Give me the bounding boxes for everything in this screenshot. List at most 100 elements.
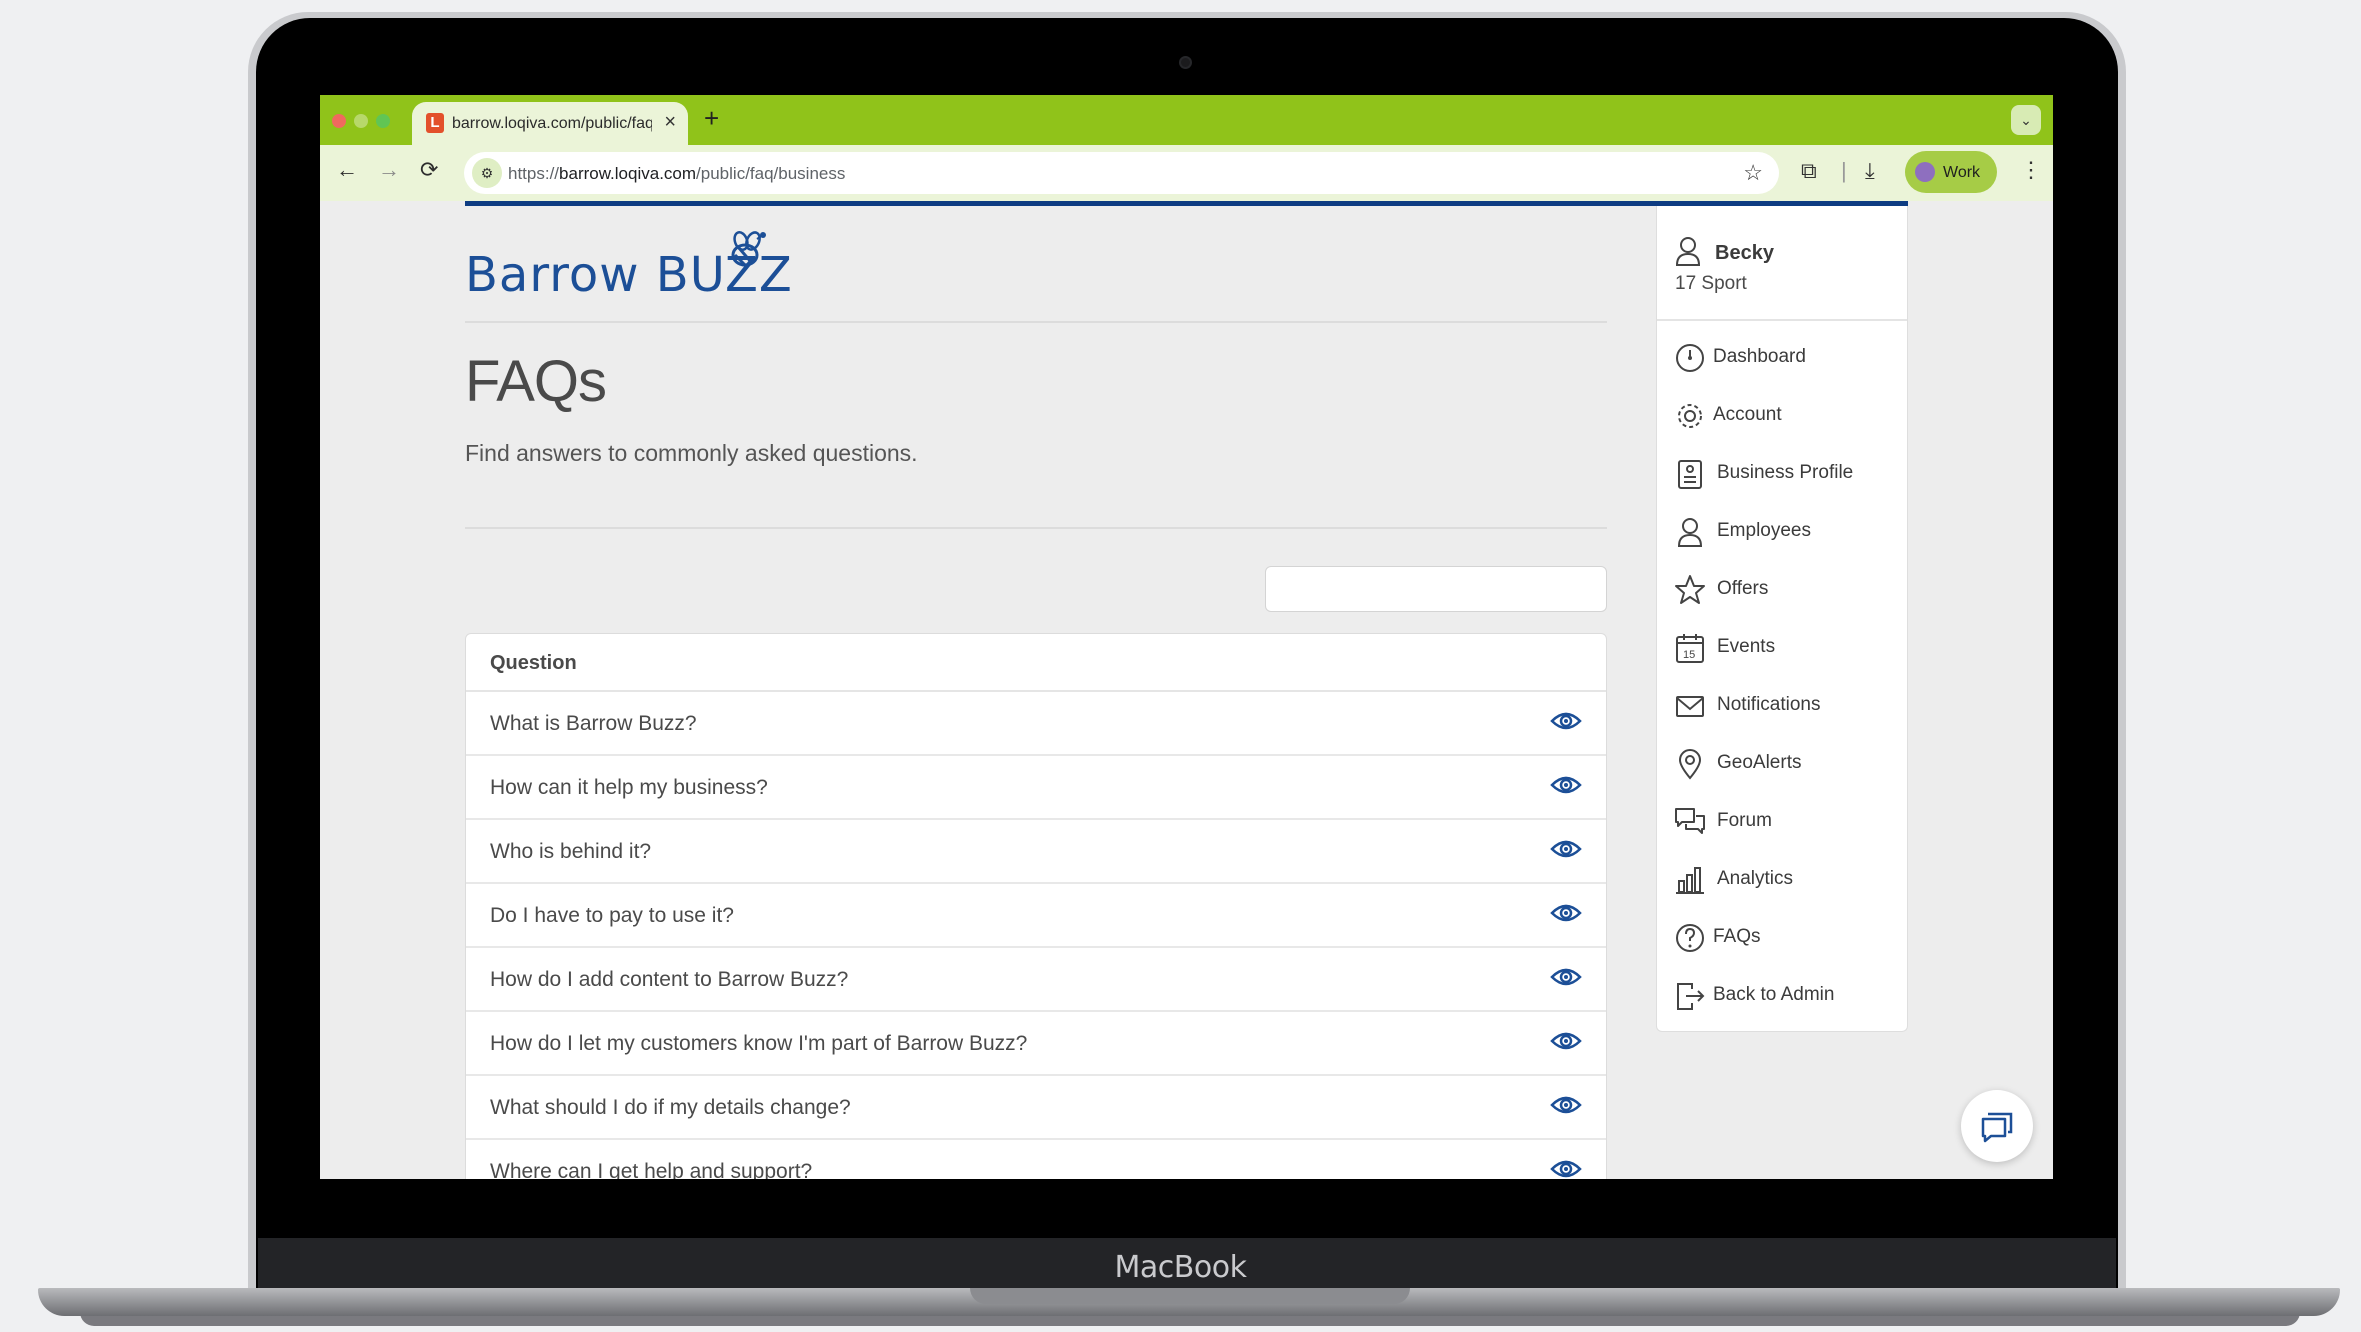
table-row[interactable]: What should I do if my details change? [466,1076,1606,1140]
sidebar: Becky 17 Sport Dashboard Account Busines… [1656,206,1908,1032]
user-card: Becky 17 Sport [1657,206,1907,321]
question-icon [1676,924,1704,952]
question-text: How can it help my business? [490,776,768,799]
sidebar-item-offers[interactable]: Offers [1657,560,1907,618]
profile-button[interactable]: Work [1905,151,1997,193]
profile-label: Work [1943,164,1981,181]
question-text: What is Barrow Buzz? [490,712,697,735]
device-label: MacBook [1114,1250,1247,1285]
eye-icon[interactable] [1550,837,1582,861]
sidebar-item-label: Offers [1717,578,1769,599]
bee-icon [731,231,766,267]
sidebar-item-employees[interactable]: Employees [1657,502,1907,560]
bookmark-star-icon[interactable]: ☆ [1743,160,1763,186]
tab-title: barrow.loqiva.com/public/faq/business [452,115,652,132]
user-organisation: 17 Sport [1675,273,1747,294]
avatar [1915,162,1935,182]
eye-icon[interactable] [1550,773,1582,797]
new-tab-button[interactable]: + [704,103,719,134]
bar-chart-icon [1676,867,1704,894]
eye-icon[interactable] [1550,1029,1582,1053]
sidebar-item-analytics[interactable]: Analytics [1657,850,1907,908]
back-button[interactable]: ← [336,157,358,183]
person-icon [1677,518,1703,547]
sidebar-item-label: Employees [1717,520,1811,541]
sidebar-item-label: Analytics [1717,868,1794,889]
sidebar-item-account[interactable]: Account [1657,386,1907,444]
extensions-icon[interactable]: ⧉ [1801,158,1817,184]
camera-icon [1179,56,1192,69]
sidebar-item-business-profile[interactable]: Business Profile [1657,444,1907,502]
browser-toolbar: ← → ⟳ ⚙ https://barrow.loqiva.com/public… [320,145,2053,201]
forward-button[interactable]: → [378,157,400,183]
sidebar-item-dashboard[interactable]: Dashboard [1657,328,1907,386]
site-info-icon[interactable]: ⚙ [472,158,502,188]
person-icon [1675,237,1701,266]
question-text: Where can I get help and support? [490,1160,813,1179]
url-text: https://barrow.loqiva.com/public/faq/bus… [508,164,846,183]
chat-button[interactable] [1961,1090,2033,1162]
eye-icon[interactable] [1550,1093,1582,1117]
table-row[interactable]: Where can I get help and support? [466,1140,1606,1179]
sidebar-item-notifications[interactable]: Notifications [1657,676,1907,734]
faq-table: Question What is Barrow Buzz? How can it… [465,633,1607,1179]
browser-menu-icon[interactable]: ⋮ [2020,157,2042,183]
table-header-question: Question [466,634,1606,692]
calendar-icon: 15 [1676,634,1704,663]
tab-close-icon[interactable]: × [664,111,676,134]
table-row[interactable]: Who is behind it? [466,820,1606,884]
sidebar-item-forum[interactable]: Forum [1657,792,1907,850]
question-text: Do I have to pay to use it? [490,904,734,927]
sidebar-item-events[interactable]: 15 Events [1657,618,1907,676]
map-pin-icon [1678,749,1702,780]
browser-tab-bar: L barrow.loqiva.com/public/faq/business … [320,95,2053,145]
table-row[interactable]: How can it help my business? [466,756,1606,820]
eye-icon[interactable] [1550,1157,1582,1179]
search-input[interactable] [1265,566,1607,612]
address-bar[interactable]: ⚙ https://barrow.loqiva.com/public/faq/b… [464,152,1779,194]
sidebar-item-faqs[interactable]: FAQs [1657,908,1907,966]
stage: L barrow.loqiva.com/public/faq/business … [0,0,2361,1332]
sidebar-item-label: GeoAlerts [1717,752,1802,773]
close-window-button[interactable] [332,114,346,128]
reload-button[interactable]: ⟳ [420,157,438,183]
sidebar-item-geoalerts[interactable]: GeoAlerts [1657,734,1907,792]
calendar-day-label: 15 [1683,649,1695,661]
divider [465,321,1607,323]
sidebar-item-label: Forum [1717,810,1772,831]
star-icon [1675,575,1705,604]
envelope-icon [1676,696,1704,717]
exit-icon [1677,983,1705,1010]
download-icon[interactable]: ⤓ [1865,158,1875,184]
sidebar-item-label: FAQs [1713,926,1761,947]
page-title: FAQs [465,349,607,414]
laptop-notch [970,1288,1410,1304]
table-row[interactable]: Do I have to pay to use it? [466,884,1606,948]
question-text: How do I let my customers know I'm part … [490,1032,1028,1055]
screen: L barrow.loqiva.com/public/faq/business … [320,95,2053,1179]
document-icon [1678,460,1702,489]
browser-tab[interactable]: L barrow.loqiva.com/public/faq/business … [412,102,688,145]
eye-icon[interactable] [1550,901,1582,925]
sidebar-item-label: Business Profile [1717,462,1854,483]
table-row[interactable]: What is Barrow Buzz? [466,692,1606,756]
minimize-window-button[interactable] [354,114,368,128]
divider: | [1841,158,1847,183]
chat-bubbles-icon [1675,808,1705,834]
sidebar-item-back-to-admin[interactable]: Back to Admin [1657,966,1907,1024]
web-page: Barrow BUZZ FAQs Find answers to commonl… [320,201,2053,1179]
table-row[interactable]: How do I let my customers know I'm part … [466,1012,1606,1076]
eye-icon[interactable] [1550,965,1582,989]
gear-icon [1678,404,1702,428]
maximize-window-button[interactable] [376,114,390,128]
sidebar-item-label: Back to Admin [1713,984,1835,1005]
tab-search-button[interactable]: ⌄ [2011,105,2041,135]
favicon-icon: L [426,113,444,133]
eye-icon[interactable] [1550,709,1582,733]
sidebar-item-label: Dashboard [1713,346,1806,367]
chat-icon [1981,1112,2013,1143]
table-row[interactable]: How do I add content to Barrow Buzz? [466,948,1606,1012]
question-text: What should I do if my details change? [490,1096,851,1119]
user-name: Becky [1715,242,1774,264]
question-text: Who is behind it? [490,840,652,863]
